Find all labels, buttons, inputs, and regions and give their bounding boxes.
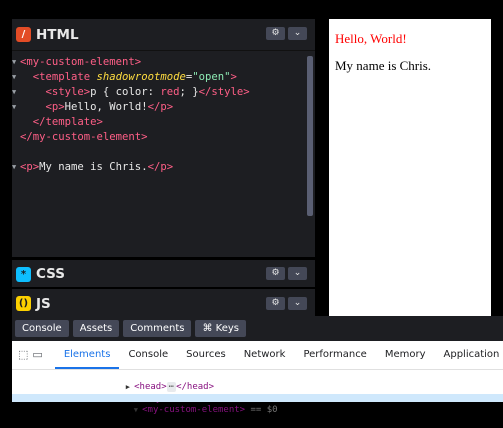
code-token: <my-custom-element> — [20, 56, 142, 68]
code-line-content: </my-custom-element> — [20, 131, 148, 143]
js-settings-button[interactable]: ⚙ — [266, 297, 285, 310]
code-token: </p> — [147, 101, 174, 113]
devtools-panel: ⬚ ▭ Elements Console Sources Network Per… — [12, 341, 503, 415]
code-line[interactable]: </my-custom-element> — [12, 130, 148, 145]
code-token: p { color: — [90, 86, 161, 98]
fold-arrow-icon[interactable]: ▼ — [12, 70, 16, 85]
html-panel-title: HTML — [36, 26, 79, 43]
code-token: </template> — [20, 116, 103, 128]
keys-button[interactable]: ⌘ Keys — [195, 320, 246, 337]
code-token: Hello, World! — [64, 101, 148, 113]
fold-arrow-icon[interactable]: ▼ — [12, 160, 16, 175]
css-collapse-button[interactable]: ⌄ — [288, 267, 307, 280]
bottom-toolbar: Console Assets Comments ⌘ Keys — [12, 316, 503, 341]
html-collapse-button[interactable]: ⌄ — [288, 27, 307, 40]
code-token: > — [230, 71, 237, 83]
js-panel-header[interactable]: () JS ⚙ ⌄ — [12, 287, 315, 318]
code-token: <p> — [20, 101, 65, 113]
css-panel-header[interactable]: * CSS ⚙ ⌄ — [12, 257, 315, 288]
css-asterisk-icon: * — [16, 266, 31, 282]
code-line[interactable]: ▼ <style>p { color: red; }</style> — [12, 85, 250, 100]
code-line[interactable]: ▼ <my-custom-element> — [12, 55, 141, 70]
tab-console[interactable]: Console — [119, 341, 177, 369]
code-token: </p> — [147, 161, 174, 173]
gear-icon: ⚙ — [271, 298, 280, 308]
html-code-area[interactable]: ▼ <my-custom-element> ▼ <template shadowro… — [12, 51, 315, 257]
code-token: <style> — [20, 86, 91, 98]
chevron-down-icon: ⌄ — [293, 268, 302, 278]
html-panel-header[interactable]: / HTML ⚙ ⌄ — [12, 19, 315, 51]
tab-network[interactable]: Network — [235, 341, 295, 369]
code-token: My name is Chris. — [39, 161, 148, 173]
code-token: "open" — [192, 71, 231, 83]
code-line[interactable] — [12, 145, 20, 160]
chevron-down-icon: ⌄ — [293, 28, 302, 38]
code-line[interactable]: ▼ <p>Hello, World!</p> — [12, 100, 173, 115]
dom-selected-marker: == $0 — [250, 405, 278, 415]
code-token: red — [160, 86, 180, 98]
code-line-content: <style>p { color: red; }</style> — [20, 86, 250, 98]
console-button[interactable]: Console — [15, 320, 69, 337]
code-line-content: <p>My name is Chris.</p> — [20, 161, 173, 173]
tab-performance[interactable]: Performance — [294, 341, 375, 369]
editor-resize-handle[interactable] — [315, 19, 321, 316]
chevron-down-icon: ⌄ — [293, 298, 302, 308]
js-collapse-button[interactable]: ⌄ — [288, 297, 307, 310]
devtools-tab-bar: ⬚ ▭ Elements Console Sources Network Per… — [12, 341, 503, 370]
tab-application[interactable]: Application — [435, 341, 503, 369]
code-line[interactable]: ▼ <template shadowrootmode="open"> — [12, 70, 237, 85]
preview-name-text: My name is Chris. — [335, 58, 432, 73]
js-panel-title: JS — [36, 295, 51, 312]
code-line[interactable]: </template> — [12, 115, 103, 130]
code-line-content: <my-custom-element> — [20, 56, 141, 68]
gear-icon: ⚙ — [271, 268, 280, 278]
tab-memory[interactable]: Memory — [376, 341, 435, 369]
code-line-content: </template> — [20, 116, 103, 128]
assets-button[interactable]: Assets — [72, 320, 120, 337]
inspect-element-icon[interactable]: ⬚ — [18, 346, 28, 364]
tab-elements[interactable]: Elements — [54, 341, 120, 369]
code-token: <template — [20, 71, 97, 83]
code-token: ; } — [179, 86, 199, 98]
html5-icon: / — [16, 27, 31, 42]
device-toolbar-icon[interactable]: ▭ — [32, 346, 42, 364]
editor-scrollbar[interactable] — [307, 56, 313, 216]
code-line-content: <p>Hello, World!</p> — [20, 101, 174, 113]
html-settings-button[interactable]: ⚙ — [266, 27, 285, 40]
dom-node-selected[interactable]: ▼ <my-custom-element> == $0 — [112, 392, 278, 415]
code-editor: / HTML ⚙ ⌄ ▼ <my-custom-element> ▼ <templa… — [12, 19, 321, 318]
fold-arrow-icon[interactable]: ▼ — [12, 100, 16, 115]
fold-arrow-icon[interactable]: ▼ — [12, 55, 16, 70]
preview-pane: Hello, World! My name is Chris. — [329, 19, 491, 316]
code-token: shadowrootmode — [96, 71, 186, 83]
dom-selected-tag: <my-custom-element> — [142, 405, 246, 415]
js-braces-icon: () — [16, 296, 31, 311]
code-line[interactable]: ▼ <p>My name is Chris.</p> — [12, 160, 173, 175]
code-token: </my-custom-element> — [20, 131, 148, 143]
css-settings-button[interactable]: ⚙ — [266, 267, 285, 280]
code-line-content: <template shadowrootmode="open"> — [20, 71, 237, 83]
gear-icon: ⚙ — [271, 28, 280, 38]
dom-node-head[interactable]: ▶ <head> ⋯ </head> — [104, 369, 214, 392]
comments-button[interactable]: Comments — [123, 320, 192, 337]
fold-arrow-icon[interactable]: ▼ — [12, 85, 16, 100]
code-token: <p> — [20, 161, 40, 173]
preview-hello-text: Hello, World! — [335, 31, 407, 46]
css-panel-title: CSS — [36, 266, 65, 282]
code-token: </style> — [198, 86, 250, 98]
tab-sources[interactable]: Sources — [177, 341, 235, 369]
